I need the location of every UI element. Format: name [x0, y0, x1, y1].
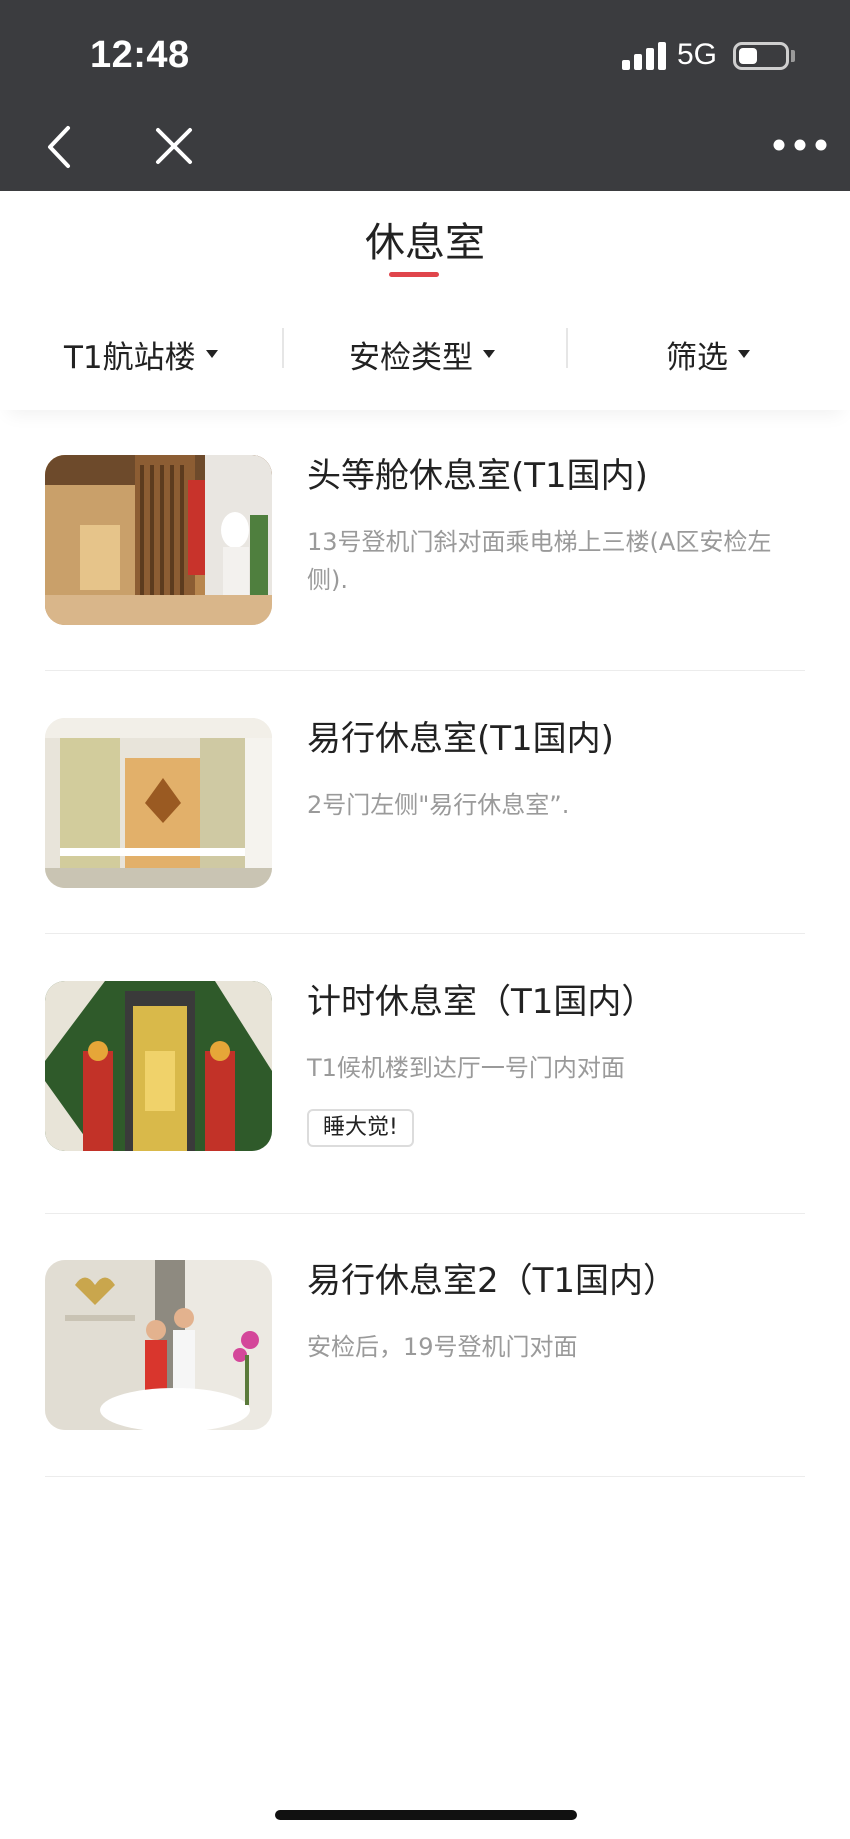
caret-down-icon — [205, 350, 218, 358]
list-item[interactable]: 易行休息室2（T1国内） 安检后，19号登机门对面 — [45, 1260, 805, 1477]
filter-security-type-label: 安检类型 — [349, 339, 473, 376]
list-item[interactable]: 头等舱休息室(T1国内) 13号登机门斜对面乘电梯上三楼(A区安检左侧). — [45, 455, 805, 671]
caret-down-icon — [738, 350, 750, 358]
list-item[interactable]: 易行休息室(T1国内) 2号门左侧"易行休息室”. — [45, 718, 805, 934]
filter-terminal-label: T1航站楼 — [64, 339, 196, 376]
network-label: 5G — [677, 38, 718, 71]
lounge-name: 易行休息室2（T1国内） — [307, 1261, 678, 1301]
more-button[interactable] — [770, 130, 830, 160]
filter-security-type[interactable]: 安检类型 — [349, 324, 495, 384]
lounge-photo — [45, 981, 272, 1151]
more-icon — [773, 139, 827, 151]
battery-icon — [733, 42, 789, 70]
signal-icon — [622, 42, 666, 70]
lounge-tag: 睡大觉! — [307, 1109, 414, 1147]
lounge-name: 易行休息室(T1国内) — [307, 719, 614, 759]
back-button[interactable] — [40, 122, 80, 172]
home-indicator — [275, 1810, 577, 1820]
close-button[interactable] — [152, 124, 196, 168]
status-time: 12:48 — [90, 34, 190, 76]
filter-bar: T1航站楼 安检类型 筛选 — [0, 310, 850, 410]
page-title: 休息室 — [365, 220, 485, 266]
filter-divider — [566, 328, 568, 368]
filter-more[interactable]: 筛选 — [666, 324, 750, 384]
lounge-name: 计时休息室（T1国内） — [307, 982, 656, 1022]
filter-divider — [282, 328, 284, 368]
filter-terminal[interactable]: T1航站楼 — [64, 324, 218, 384]
lounge-location: 2号门左侧"易行休息室”. — [307, 791, 570, 819]
lounge-location: 13号登机门斜对面乘电梯上三楼(A区安检左侧). — [307, 528, 772, 594]
lounge-photo — [45, 455, 272, 625]
lounge-location: T1候机楼到达厅一号门内对面 — [307, 1054, 625, 1082]
battery-tip — [791, 50, 795, 62]
list-item[interactable]: 计时休息室（T1国内） T1候机楼到达厅一号门内对面 睡大觉! — [45, 981, 805, 1214]
title-underline — [389, 272, 439, 277]
top-bar: 12:48 5G — [0, 0, 850, 191]
lounge-name: 头等舱休息室(T1国内) — [307, 456, 648, 496]
lounge-location: 安检后，19号登机门对面 — [307, 1333, 578, 1361]
filter-more-label: 筛选 — [666, 339, 728, 376]
chevron-left-icon — [48, 126, 70, 168]
lounge-photo — [45, 718, 272, 888]
battery-level — [739, 48, 757, 64]
close-icon — [156, 128, 192, 164]
caret-down-icon — [483, 350, 495, 358]
lounge-photo — [45, 1260, 272, 1430]
